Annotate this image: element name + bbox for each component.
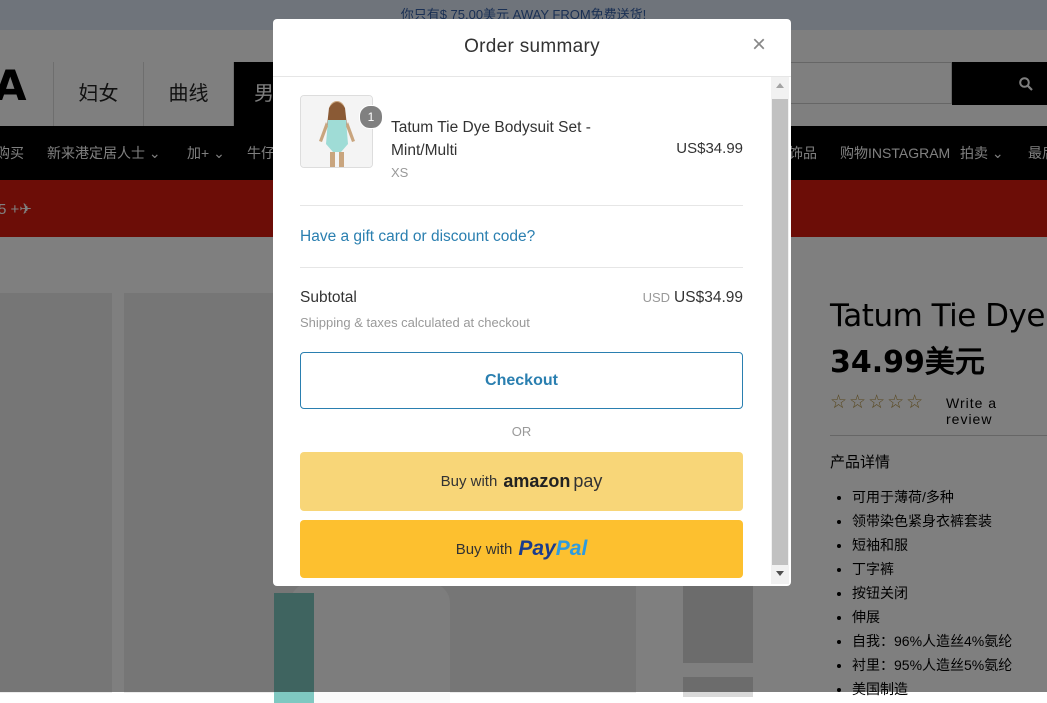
- scroll-down-icon[interactable]: [776, 571, 784, 576]
- product-thumbnail-image: [301, 96, 372, 167]
- divider: [300, 267, 743, 268]
- close-icon[interactable]: ×: [749, 33, 769, 57]
- modal-title: Order summary: [464, 36, 600, 57]
- divider: [300, 205, 743, 206]
- or-separator: OR: [511, 424, 532, 439]
- subtotal-amount: US$34.99: [674, 289, 743, 306]
- subtotal-value: USD US$34.99: [643, 289, 743, 307]
- scrollbar-thumb[interactable]: [772, 99, 788, 565]
- currency-code: USD: [642, 290, 671, 305]
- checkout-button[interactable]: Checkout: [300, 352, 743, 409]
- item-thumbnail[interactable]: [300, 95, 373, 168]
- shipping-note: Shipping & taxes calculated at checkout: [300, 315, 530, 330]
- amazon-prefix: Buy with: [440, 473, 498, 490]
- amazon-pay-word: pay: [573, 471, 603, 491]
- gift-card-link[interactable]: Have a gift card or discount code?: [300, 228, 535, 246]
- paypal-button[interactable]: Buy with Pay Pal: [300, 520, 743, 578]
- quantity-badge: 1: [359, 105, 383, 129]
- subtotal-label: Subtotal: [300, 289, 357, 306]
- modal-body: 1 Tatum Tie Dye Bodysuit Set - Mint/Mult…: [300, 77, 743, 586]
- amazon-logo: amazon: [503, 471, 571, 491]
- paypal-prefix: Buy with: [455, 540, 513, 558]
- modal-scrollbar[interactable]: [771, 77, 789, 584]
- item-name[interactable]: Tatum Tie Dye Bodysuit Set - Mint/Multi: [391, 116, 611, 162]
- cart-line-item: 1 Tatum Tie Dye Bodysuit Set - Mint/Mult…: [300, 95, 743, 185]
- modal-header: Order summary ×: [273, 19, 791, 77]
- order-summary-modal: Order summary × 1 Tatum Tie Dye Bodysuit…: [273, 19, 791, 586]
- item-price: US$34.99: [676, 140, 743, 157]
- paypal-logo-pay: Pay: [518, 537, 556, 560]
- amazon-pay-button[interactable]: Buy with amazon pay: [300, 452, 743, 511]
- scroll-up-icon[interactable]: [776, 83, 784, 88]
- item-variant: XS: [391, 165, 409, 180]
- paypal-logo-pal: Pal: [555, 537, 588, 560]
